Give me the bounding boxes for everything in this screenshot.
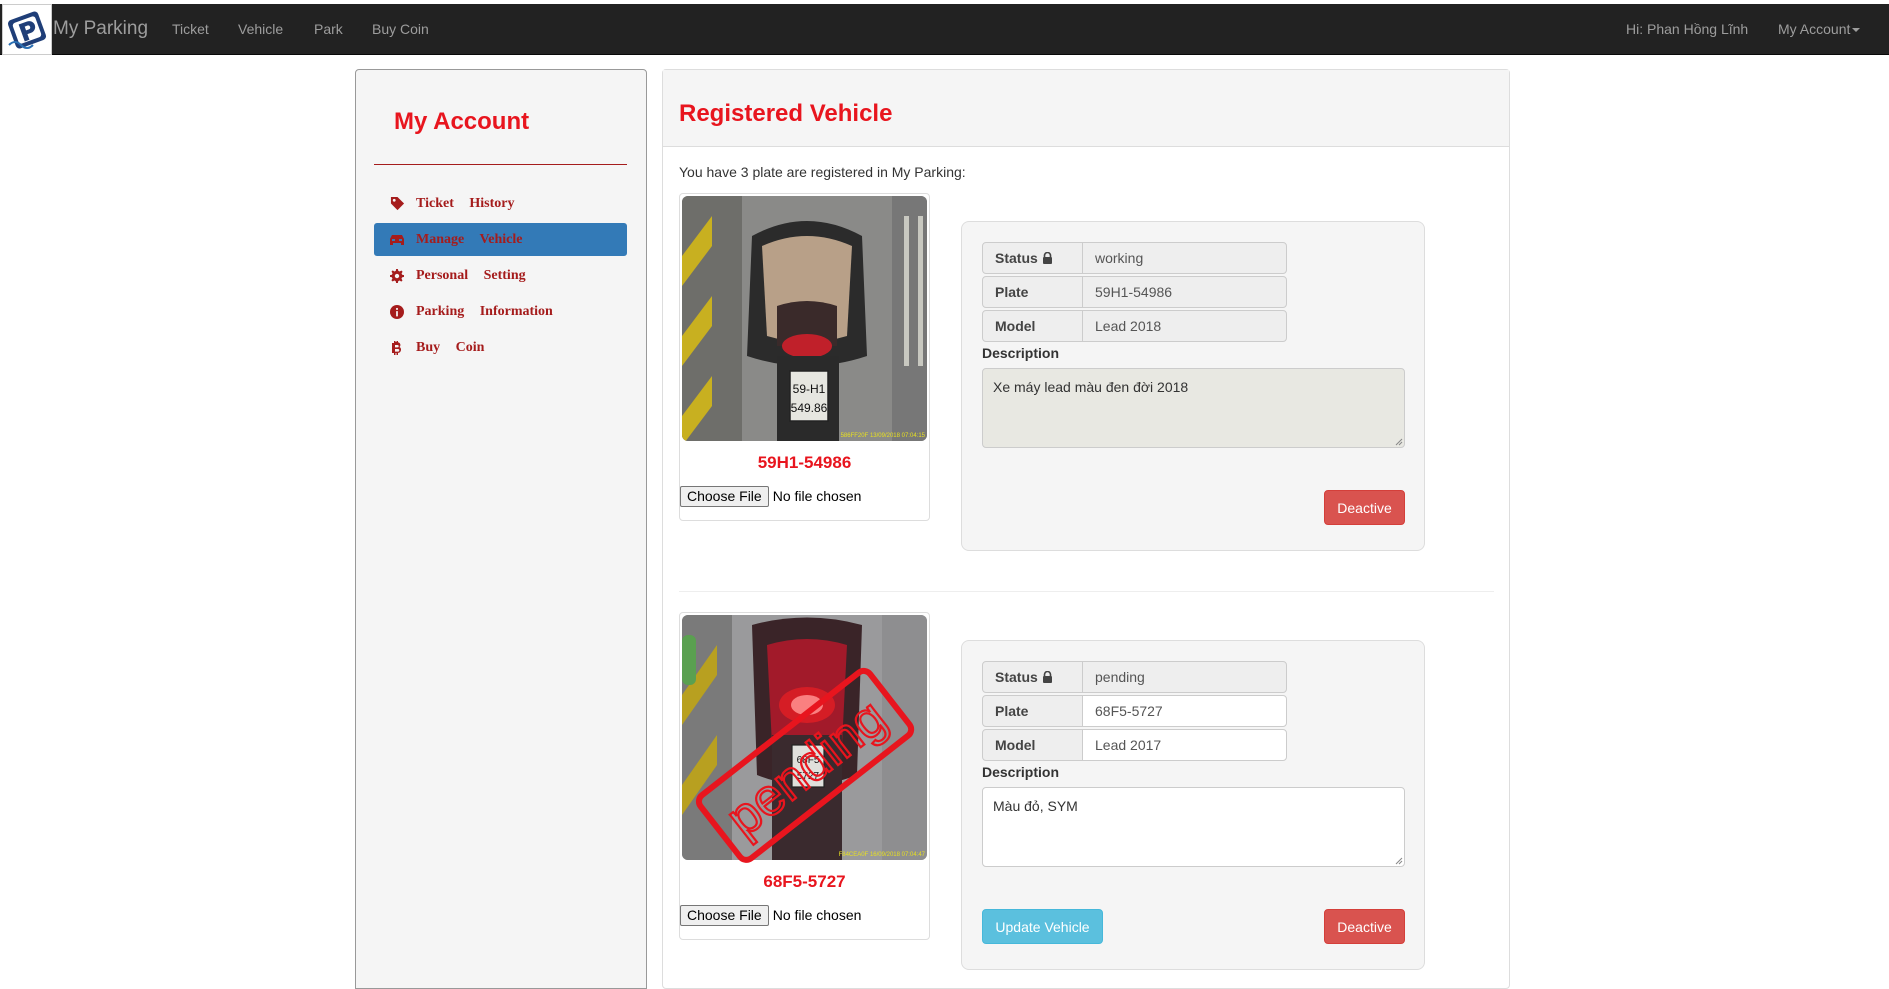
model-input: Lead 2018 (1082, 310, 1287, 342)
vehicle-thumbnail: 59-H1 549.86 586FF20F 13/09/2018 07:04:1… (679, 193, 930, 521)
brand-name[interactable]: My Parking (53, 18, 148, 40)
model-field: Model Lead 2018 (982, 310, 1287, 342)
page-title: Registered Vehicle (679, 100, 893, 127)
info-icon (388, 295, 406, 328)
brand-logo-icon[interactable] (2, 4, 52, 55)
registered-count-text: You have 3 plate are registered in My Pa… (679, 164, 966, 180)
sidebar-item-parking-information[interactable]: Parking Information (374, 295, 627, 328)
model-label: Model (982, 729, 1083, 761)
vehicle-thumbnail: 68F5 5727 F84CEA0F 16/09/2018 07:04:47 6… (679, 612, 930, 940)
plate-label: Plate (982, 695, 1083, 727)
vehicle-details-card: Status working Plate 59H1-54986 Model Le… (961, 221, 1425, 551)
deactive-button[interactable]: Deactive (1324, 909, 1405, 944)
plate-caption: 59H1-54986 (757, 453, 852, 472)
description-text: Màu đỏ, SYM (993, 798, 1078, 814)
tag-icon (388, 187, 406, 220)
description-label: Description (982, 764, 1060, 780)
sidebar-item-label: Ticket History (416, 196, 515, 211)
user-greeting[interactable]: Hi: Phan Hồng Lĩnh (1626, 21, 1748, 37)
vehicle-divider (679, 591, 1494, 592)
status-label: Status (982, 242, 1083, 274)
pending-stamp-icon: pending (695, 667, 915, 863)
sidebar-item-buy-coin[interactable]: Buy Coin (374, 331, 627, 364)
registered-vehicle-panel: Registered Vehicle You have 3 plate are … (662, 69, 1510, 989)
svg-text:549.86: 549.86 (791, 401, 828, 415)
sidebar-item-label: Personal Setting (416, 268, 526, 283)
nav-ticket[interactable]: Ticket (172, 21, 209, 37)
top-navbar: My Parking Ticket Vehicle Park Buy Coin … (0, 4, 1889, 55)
model-field: Model Lead 2017 (982, 729, 1287, 761)
photo-file-input[interactable]: Choose File No file chosen (680, 904, 861, 926)
sidebar-item-personal-setting[interactable]: Personal Setting (374, 259, 627, 292)
plate-input[interactable]: 68F5-5727 (1082, 695, 1287, 727)
update-vehicle-button[interactable]: Update Vehicle (982, 909, 1103, 944)
no-file-text: No file chosen (772, 907, 862, 923)
nav-buy-coin[interactable]: Buy Coin (372, 21, 429, 37)
description-label: Description (982, 345, 1060, 361)
model-label: Model (982, 310, 1083, 342)
vehicle-details-card: Status pending Plate 68F5-5727 Model Lea… (961, 640, 1425, 970)
sidebar-item-label: Buy Coin (416, 340, 485, 355)
deactive-button[interactable]: Deactive (1324, 490, 1405, 525)
gear-icon (388, 259, 406, 292)
status-label: Status (982, 661, 1083, 693)
sidebar-title: My Account (394, 108, 530, 135)
description-text: Xe máy lead màu đen đời 2018 (993, 379, 1189, 395)
lock-icon (1042, 250, 1053, 266)
model-input[interactable]: Lead 2017 (1082, 729, 1287, 761)
lock-icon (1042, 669, 1053, 685)
caret-down-icon (1852, 28, 1861, 33)
sidebar-item-label: Parking Information (416, 304, 553, 319)
resize-handle-icon (1395, 438, 1403, 446)
description-textarea[interactable]: Màu đỏ, SYM (982, 787, 1405, 867)
photo-plate-text: 59-H1 (793, 382, 826, 396)
status-label-text: Status (995, 250, 1038, 266)
vehicle-photo[interactable]: 59-H1 549.86 586FF20F 13/09/2018 07:04:1… (682, 196, 927, 441)
plate-field: Plate 68F5-5727 (982, 695, 1287, 727)
plate-label: Plate (982, 276, 1083, 308)
panel-header: Registered Vehicle (663, 70, 1509, 147)
status-label-text: Status (995, 669, 1038, 685)
nav-vehicle[interactable]: Vehicle (238, 21, 283, 37)
sidebar-item-label: Manage Vehicle (416, 232, 523, 247)
status-value: working (1082, 242, 1287, 274)
choose-file-button[interactable]: Choose File (680, 904, 769, 926)
resize-handle-icon[interactable] (1395, 857, 1403, 865)
sidebar-item-manage-vehicle[interactable]: Manage Vehicle (374, 223, 627, 256)
plate-input: 59H1-54986 (1082, 276, 1287, 308)
account-menu-label: My Account (1778, 21, 1851, 37)
no-file-text: No file chosen (772, 488, 862, 504)
description-textarea: Xe máy lead màu đen đời 2018 (982, 368, 1405, 448)
sidebar-item-ticket-history[interactable]: Ticket History (374, 187, 627, 220)
bitcoin-icon (388, 331, 406, 364)
photo-file-input[interactable]: Choose File No file chosen (680, 485, 861, 507)
plate-field: Plate 59H1-54986 (982, 276, 1287, 308)
sidebar-divider (374, 164, 627, 165)
photo-timestamp: 586FF20F 13/09/2018 07:04:15 (841, 433, 926, 439)
status-field: Status pending (982, 661, 1287, 693)
account-menu[interactable]: My Account (1778, 21, 1861, 37)
nav-park[interactable]: Park (314, 21, 343, 37)
status-field: Status working (982, 242, 1287, 274)
choose-file-button[interactable]: Choose File (680, 485, 769, 507)
car-icon (388, 223, 406, 256)
status-value: pending (1082, 661, 1287, 693)
account-sidebar: My Account Ticket History Manage Vehicle… (355, 69, 647, 989)
